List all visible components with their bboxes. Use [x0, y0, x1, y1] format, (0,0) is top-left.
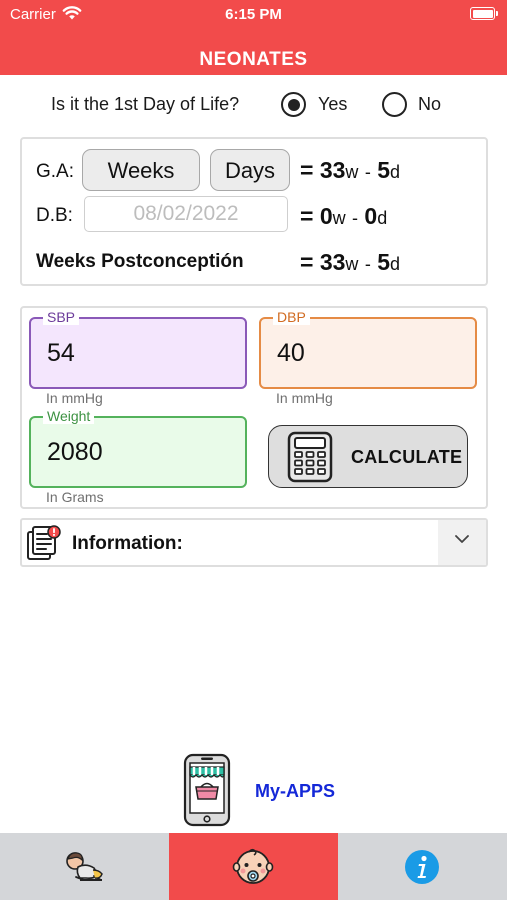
date-of-birth-input[interactable]: 08/02/2022 [84, 196, 288, 232]
tab-pediatrics[interactable] [0, 833, 169, 900]
db-result: = 0w - 0d [300, 203, 388, 229]
tab-info[interactable] [338, 833, 507, 900]
calculator-icon [286, 431, 334, 488]
vitals-panel: SBP 54 In mmHg DBP 40 In mmHg Weight 208… [20, 306, 488, 509]
sbp-label: SBP [43, 309, 80, 325]
db-label: D.B: [36, 205, 73, 226]
sbp-field[interactable]: SBP 54 [29, 309, 247, 389]
radio-yes-label[interactable]: Yes [318, 94, 347, 115]
sbp-value[interactable]: 54 [47, 339, 75, 368]
baby-face-icon [232, 848, 274, 884]
calculate-label: CALCULATE [351, 447, 463, 467]
dbp-hint: In mmHg [276, 390, 333, 406]
chevron-down-icon [455, 535, 469, 543]
weeks-button[interactable]: Weeks [82, 149, 200, 191]
document-alert-icon [26, 524, 62, 567]
tab-bar [0, 833, 507, 900]
my-apps-link[interactable]: My-APPS [255, 781, 335, 802]
postconception-result: = 33w - 5d [300, 249, 401, 275]
page-title: NEONATES [199, 49, 308, 70]
sbp-hint: In mmHg [46, 390, 103, 406]
gestational-age-panel: G.A: Weeks Days = 33w - 5d D.B: 08/02/20… [20, 137, 488, 286]
dbp-field[interactable]: DBP 40 [259, 309, 477, 389]
dbp-value[interactable]: 40 [277, 339, 305, 368]
status-bar: Carrier 6:15 PM [0, 0, 507, 30]
weight-label: Weight [43, 408, 95, 424]
weight-hint: In Grams [46, 489, 104, 505]
app-header: Carrier 6:15 PM NEONATES [0, 0, 507, 75]
tab-neonates[interactable] [169, 833, 338, 900]
first-day-question: Is it the 1st Day of Life? [51, 94, 240, 114]
expand-toggle[interactable] [438, 520, 486, 565]
information-label: Information: [72, 533, 183, 554]
radio-yes[interactable] [281, 92, 306, 117]
my-apps-store-icon[interactable] [183, 753, 231, 832]
ga-label: G.A: [36, 161, 75, 182]
radio-no-label[interactable]: No [418, 94, 441, 115]
information-accordion[interactable]: Information: [20, 518, 488, 567]
baby-crawling-icon [66, 852, 103, 881]
postconception-label: Weeks Postconceptión [36, 251, 244, 272]
info-icon [405, 850, 439, 884]
radio-no[interactable] [382, 92, 407, 117]
battery-icon [470, 7, 498, 20]
ga-result: = 33w - 5d [300, 157, 401, 183]
days-button[interactable]: Days [210, 149, 290, 191]
weight-value[interactable]: 2080 [47, 438, 103, 467]
first-day-question-row: Is it the 1st Day of Life? Yes No [0, 92, 507, 118]
dbp-label: DBP [273, 309, 310, 325]
calculate-button[interactable]: CALCULATE [268, 425, 468, 488]
status-time: 6:15 PM [225, 6, 282, 23]
weight-field[interactable]: Weight 2080 [29, 408, 247, 488]
